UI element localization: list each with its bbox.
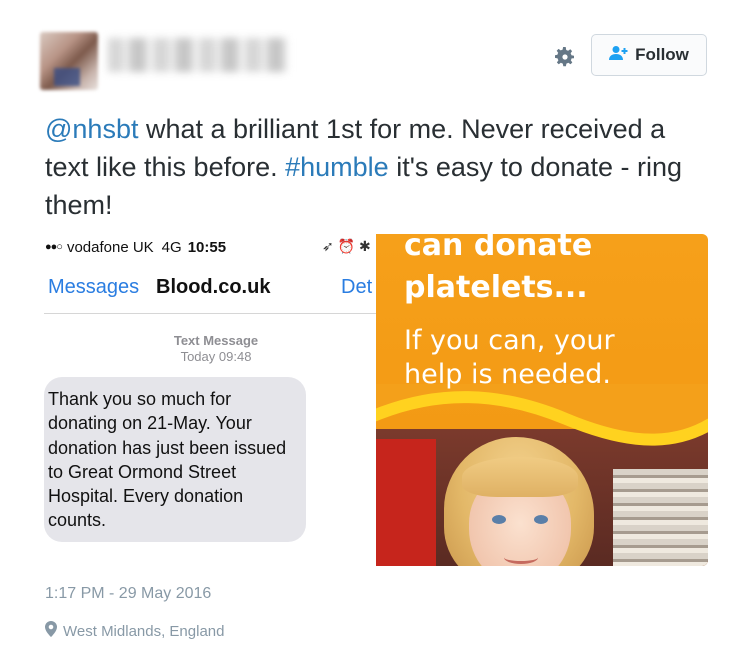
poster-body: If you can, your help is needed. — [404, 324, 615, 392]
poster-line-4: help is needed. — [404, 359, 611, 390]
messages-back-link: Messages — [48, 276, 140, 298]
poster-line-2: platelets... — [404, 270, 588, 305]
gear-icon[interactable] — [552, 44, 578, 70]
platelets-poster[interactable]: can donate platelets... If you can, your… — [376, 234, 708, 566]
phone-status-bar: ●●○ vodafone UK 4G 10:55 ➶ ⏰ ✱ — [44, 234, 376, 260]
tweet-media[interactable]: ●●○ vodafone UK 4G 10:55 ➶ ⏰ ✱ Messages … — [44, 234, 708, 566]
follow-button[interactable]: Follow — [591, 34, 707, 76]
message-bubble: Thank you so much for donating on 21-May… — [44, 377, 306, 542]
messages-nav-bar: Messages Blood.co.uk Det — [44, 274, 376, 304]
conversation-title: Blood.co.uk — [156, 276, 271, 298]
location-label: West Midlands, England — [63, 622, 225, 640]
carrier-name: vodafone UK — [66, 238, 154, 256]
hashtag-link[interactable]: #humble — [285, 152, 389, 182]
follow-label: Follow — [635, 45, 689, 64]
tweet-location[interactable]: West Midlands, England — [45, 621, 224, 641]
user-name-blurred[interactable] — [108, 38, 288, 72]
phone-time: 10:55 — [187, 238, 227, 256]
message-header: Text Message — [173, 333, 259, 348]
poster-swoosh — [376, 384, 708, 446]
message-meta: Text Message Today 09:48 — [152, 333, 280, 365]
nav-divider — [44, 313, 376, 314]
user-avatar[interactable] — [40, 32, 98, 90]
signal-icon: ●●○ — [45, 241, 63, 253]
poster-line-3: If you can, your — [404, 325, 615, 356]
phone-screenshot[interactable]: ●●○ vodafone UK 4G 10:55 ➶ ⏰ ✱ Messages … — [44, 234, 376, 566]
location-pin-icon — [45, 621, 57, 641]
tweet-timestamp[interactable]: 1:17 PM - 29 May 2016 — [45, 585, 211, 603]
mention-link[interactable]: @nhsbt — [45, 114, 138, 144]
poster-line-1: can donate — [404, 234, 593, 263]
message-time: 09:48 — [218, 349, 252, 364]
status-icons: ➶ ⏰ ✱ — [322, 238, 371, 254]
details-link: Det — [341, 276, 373, 298]
tweet-text: @nhsbt what a brilliant 1st for me. Neve… — [45, 110, 685, 224]
network-type: 4G — [161, 238, 182, 256]
message-day: Today — [180, 349, 216, 364]
add-user-icon — [609, 45, 629, 66]
